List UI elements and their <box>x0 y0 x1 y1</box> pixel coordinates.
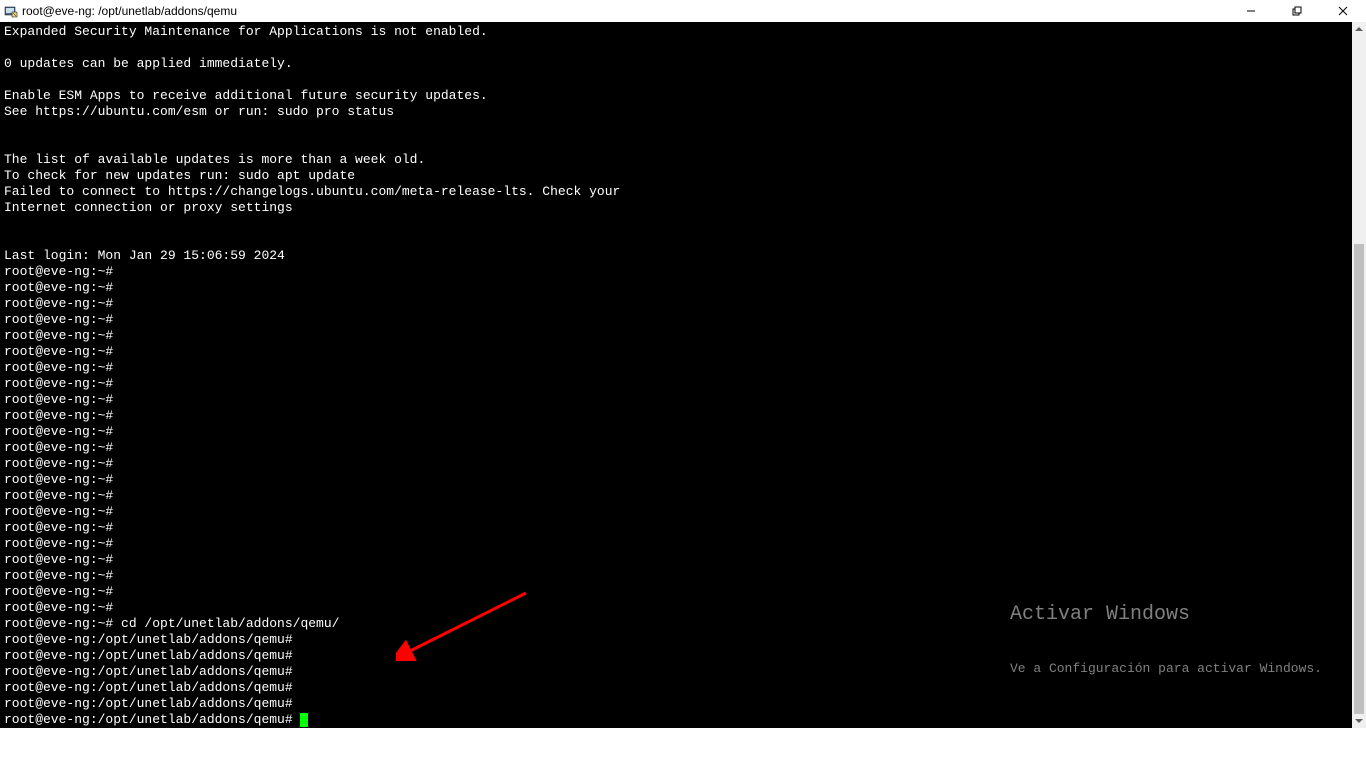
window-controls <box>1228 0 1366 22</box>
terminal-line <box>4 216 1348 232</box>
terminal-line: The list of available updates is more th… <box>4 152 1348 168</box>
terminal-line: To check for new updates run: sudo apt u… <box>4 168 1348 184</box>
terminal-line: Enable ESM Apps to receive additional fu… <box>4 88 1348 104</box>
terminal-line: See https://ubuntu.com/esm or run: sudo … <box>4 104 1348 120</box>
terminal-line: root@eve-ng:~# <box>4 504 1348 520</box>
terminal-output[interactable]: Expanded Security Maintenance for Applic… <box>0 22 1352 728</box>
terminal-line: root@eve-ng:~# <box>4 376 1348 392</box>
terminal-line: root@eve-ng:~# <box>4 536 1348 552</box>
terminal-line: root@eve-ng:/opt/unetlab/addons/qemu# <box>4 632 1348 648</box>
terminal-line <box>4 72 1348 88</box>
terminal-line: root@eve-ng:~# <box>4 312 1348 328</box>
terminal-line: root@eve-ng:~# <box>4 280 1348 296</box>
terminal-line: root@eve-ng:~# <box>4 296 1348 312</box>
terminal-line: 0 updates can be applied immediately. <box>4 56 1348 72</box>
terminal-line: root@eve-ng:/opt/unetlab/addons/qemu# <box>4 696 1348 712</box>
close-button[interactable] <box>1320 0 1366 22</box>
maximize-button[interactable] <box>1274 0 1320 22</box>
putty-icon <box>4 4 18 18</box>
terminal-line: root@eve-ng:~# <box>4 424 1348 440</box>
minimize-button[interactable] <box>1228 0 1274 22</box>
scroll-down-arrow-icon[interactable] <box>1352 714 1366 728</box>
terminal-line: root@eve-ng:/opt/unetlab/addons/qemu# <box>4 648 1348 664</box>
terminal-line: root@eve-ng:/opt/unetlab/addons/qemu# <box>4 680 1348 696</box>
terminal-line: root@eve-ng:~# <box>4 440 1348 456</box>
terminal-line: root@eve-ng:~# <box>4 456 1348 472</box>
terminal-line: root@eve-ng:~# <box>4 520 1348 536</box>
terminal-line <box>4 136 1348 152</box>
terminal-line <box>4 120 1348 136</box>
terminal-line: root@eve-ng:~# <box>4 488 1348 504</box>
terminal-cursor <box>300 713 308 727</box>
terminal-line <box>4 40 1348 56</box>
window-title: root@eve-ng: /opt/unetlab/addons/qemu <box>22 4 237 18</box>
terminal-line: root@eve-ng:~# <box>4 328 1348 344</box>
terminal-line: root@eve-ng:~# <box>4 600 1348 616</box>
window-titlebar: root@eve-ng: /opt/unetlab/addons/qemu <box>0 0 1366 22</box>
terminal-line: root@eve-ng:/opt/unetlab/addons/qemu# <box>4 664 1348 680</box>
terminal-line: root@eve-ng:/opt/unetlab/addons/qemu# <box>4 712 1348 728</box>
scroll-up-arrow-icon[interactable] <box>1352 22 1366 36</box>
terminal-line: root@eve-ng:~# <box>4 584 1348 600</box>
vertical-scrollbar[interactable] <box>1352 22 1366 728</box>
titlebar-left: root@eve-ng: /opt/unetlab/addons/qemu <box>4 4 237 18</box>
terminal-line: root@eve-ng:~# <box>4 472 1348 488</box>
scroll-thumb[interactable] <box>1354 244 1364 714</box>
terminal-line: root@eve-ng:~# <box>4 408 1348 424</box>
terminal-line: Last login: Mon Jan 29 15:06:59 2024 <box>4 248 1348 264</box>
terminal-line: root@eve-ng:~# <box>4 392 1348 408</box>
terminal-line: Internet connection or proxy settings <box>4 200 1348 216</box>
terminal-line: root@eve-ng:~# <box>4 360 1348 376</box>
scroll-track[interactable] <box>1352 36 1366 714</box>
terminal-line <box>4 232 1348 248</box>
terminal-line: root@eve-ng:~# <box>4 552 1348 568</box>
terminal-line: root@eve-ng:~# cd /opt/unetlab/addons/qe… <box>4 616 1348 632</box>
terminal-line: Failed to connect to https://changelogs.… <box>4 184 1348 200</box>
terminal-line: Expanded Security Maintenance for Applic… <box>4 24 1348 40</box>
terminal-line: root@eve-ng:~# <box>4 568 1348 584</box>
terminal-line: root@eve-ng:~# <box>4 344 1348 360</box>
terminal-line: root@eve-ng:~# <box>4 264 1348 280</box>
